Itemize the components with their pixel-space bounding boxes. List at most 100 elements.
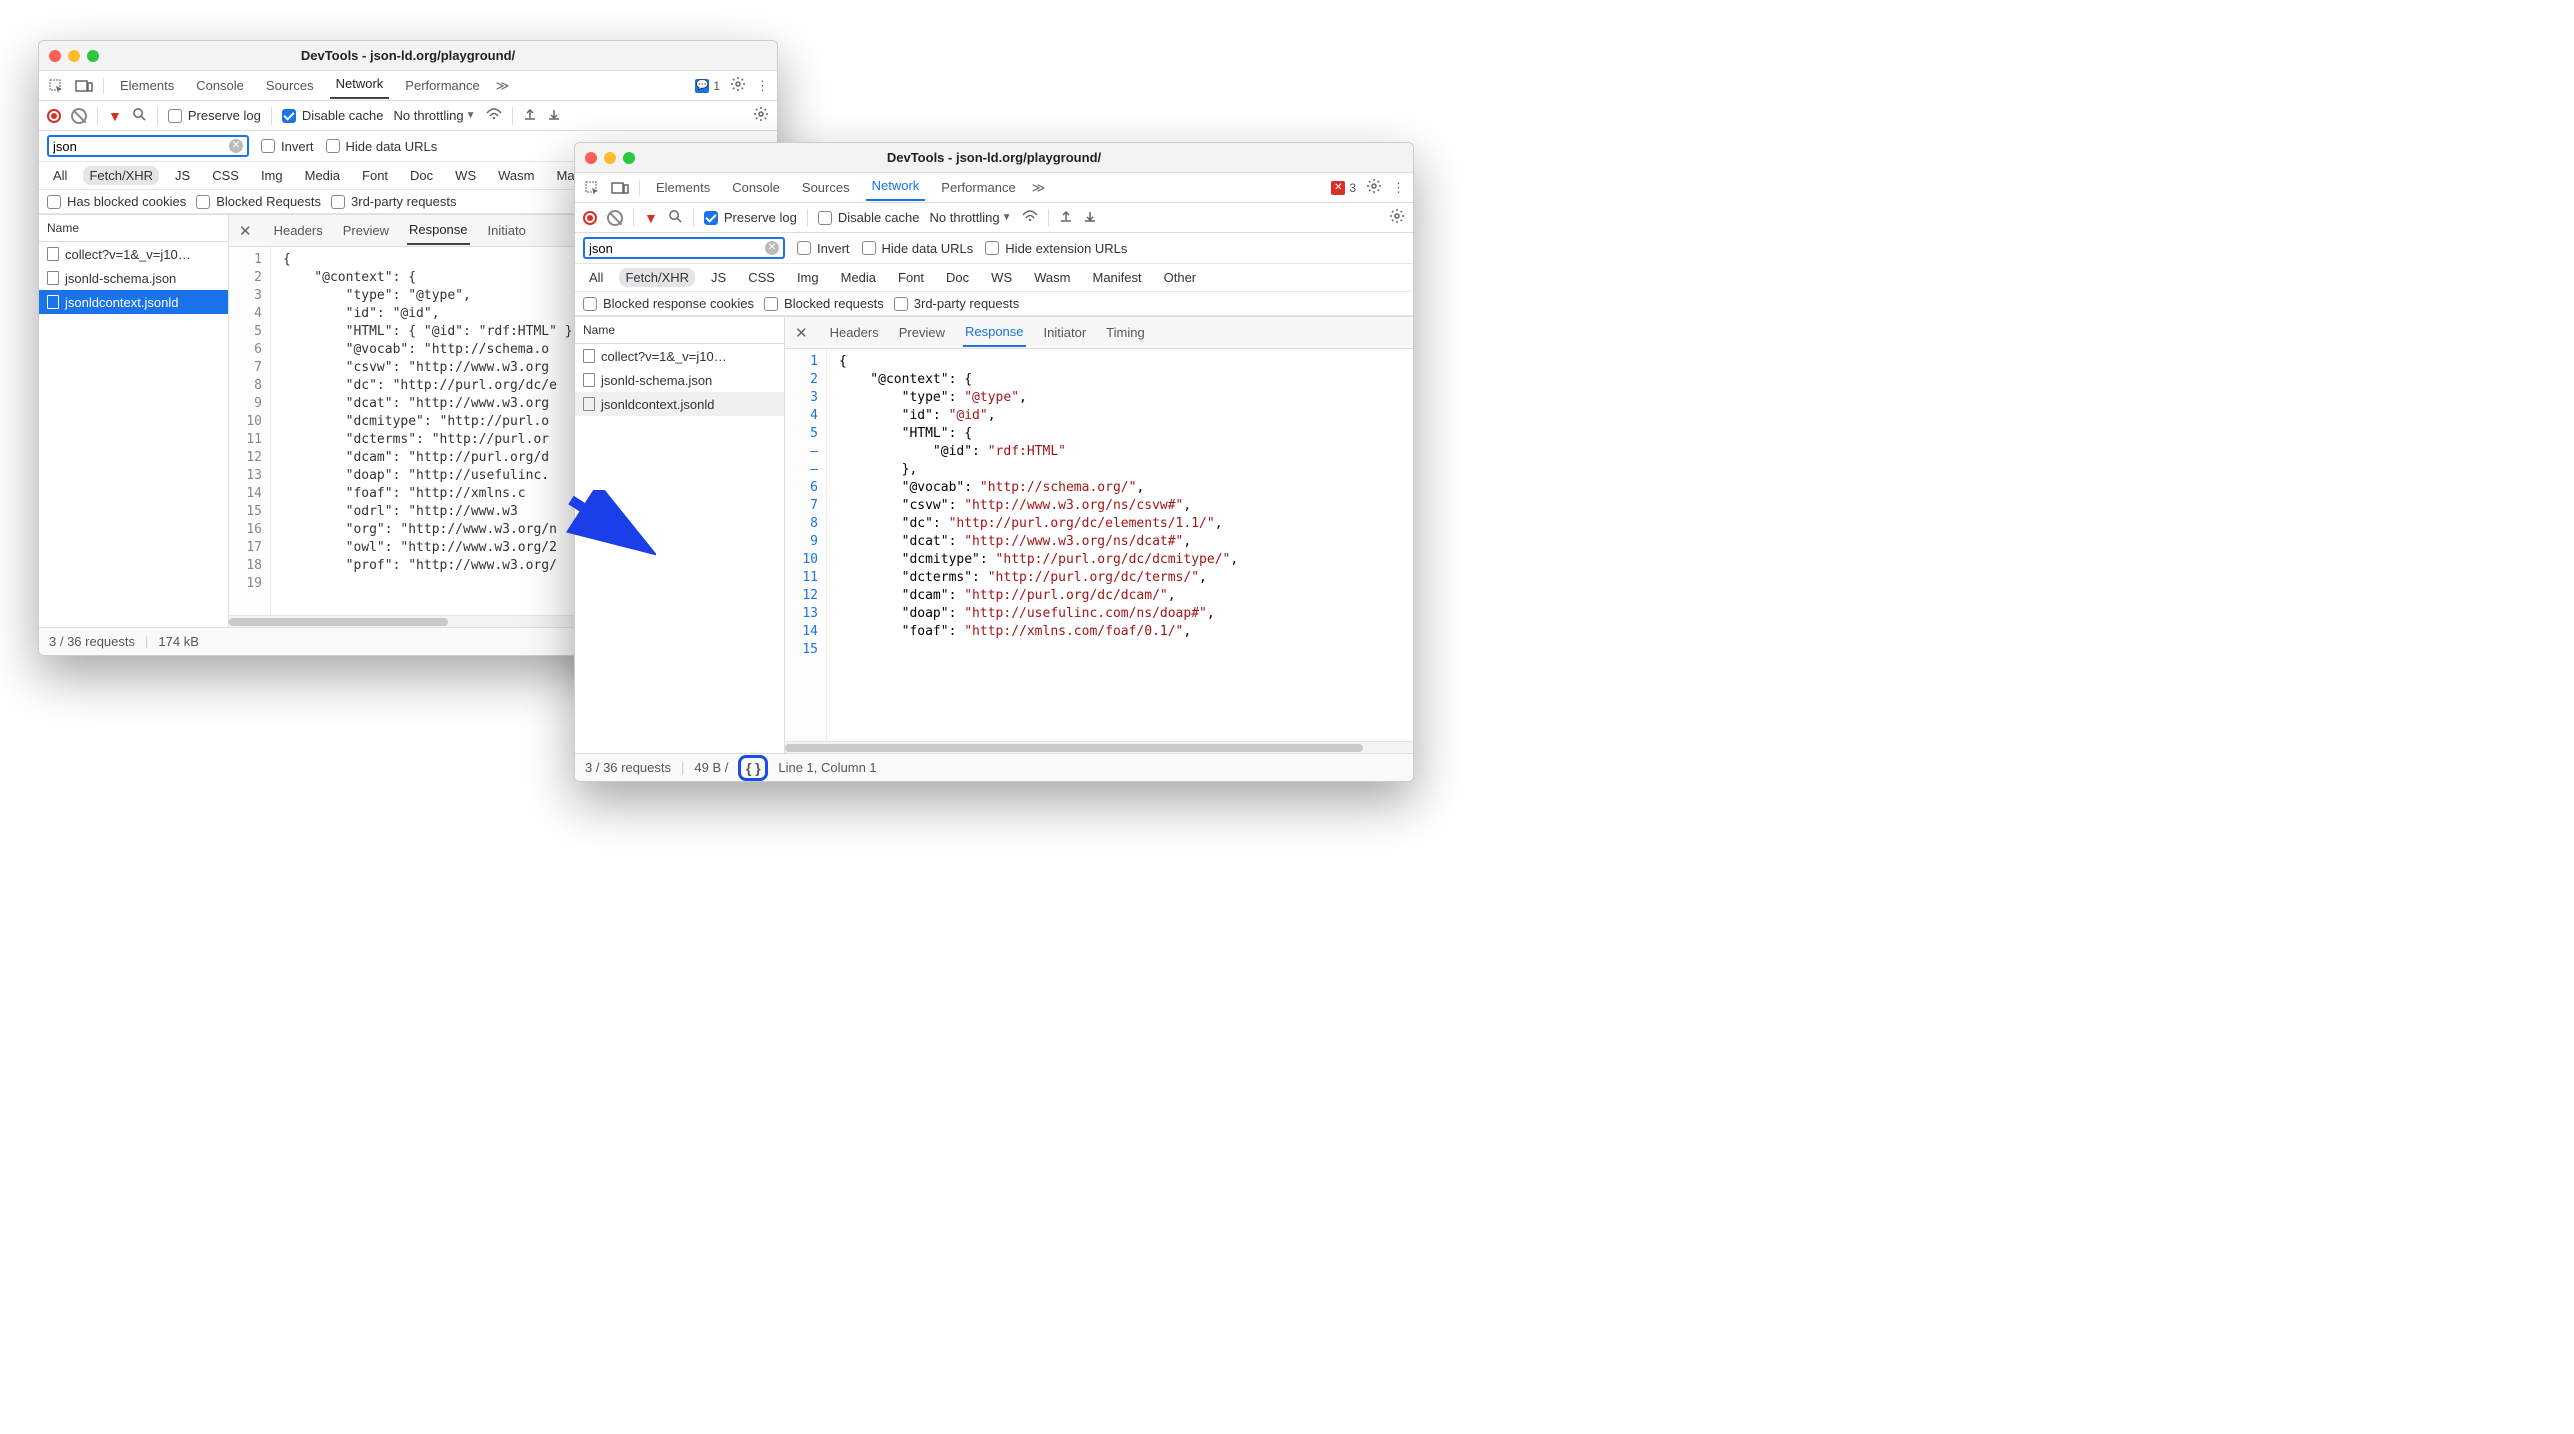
type-doc[interactable]: Doc <box>404 166 439 185</box>
device-toolbar-icon[interactable] <box>611 179 629 197</box>
third-party-checkbox[interactable]: 3rd-party requests <box>894 296 1020 311</box>
type-media[interactable]: Media <box>299 166 346 185</box>
tab-network[interactable]: Network <box>866 174 926 201</box>
type-manifest[interactable]: Manifest <box>1086 268 1147 287</box>
tab-console[interactable]: Console <box>190 74 250 97</box>
tab-network[interactable]: Network <box>330 72 390 99</box>
download-icon[interactable] <box>1083 209 1097 226</box>
disable-cache-checkbox[interactable]: Disable cache <box>282 108 384 123</box>
type-all[interactable]: All <box>583 268 609 287</box>
hide-ext-urls-checkbox[interactable]: Hide extension URLs <box>985 241 1127 256</box>
type-all[interactable]: All <box>47 166 73 185</box>
detail-tab-headers[interactable]: Headers <box>272 217 325 244</box>
tab-console[interactable]: Console <box>726 176 786 199</box>
settings-icon[interactable] <box>1366 178 1382 197</box>
type-js[interactable]: JS <box>169 166 196 185</box>
close-detail-icon[interactable]: ✕ <box>795 324 808 342</box>
search-icon[interactable] <box>132 107 147 125</box>
type-img[interactable]: Img <box>255 166 289 185</box>
type-doc[interactable]: Doc <box>940 268 975 287</box>
close-detail-icon[interactable]: ✕ <box>239 222 252 240</box>
throttling-select[interactable]: No throttling ▼ <box>394 108 476 123</box>
blocked-requests-checkbox[interactable]: Blocked requests <box>764 296 884 311</box>
download-icon[interactable] <box>547 107 561 124</box>
type-fetch-xhr[interactable]: Fetch/XHR <box>619 268 695 287</box>
horizontal-scrollbar[interactable] <box>785 741 1413 753</box>
filter-icon[interactable]: ▼ <box>108 108 122 124</box>
type-img[interactable]: Img <box>791 268 825 287</box>
tab-performance[interactable]: Performance <box>935 176 1021 199</box>
detail-tab-response[interactable]: Response <box>407 216 470 245</box>
filter-input[interactable]: ✕ <box>47 135 249 157</box>
clear-button[interactable] <box>71 108 87 124</box>
type-media[interactable]: Media <box>835 268 882 287</box>
errors-badge[interactable]: ✕3 <box>1331 181 1356 195</box>
more-tabs-icon[interactable]: ≫ <box>1032 180 1046 196</box>
clear-filter-icon[interactable]: ✕ <box>229 139 243 153</box>
tab-elements[interactable]: Elements <box>114 74 180 97</box>
type-other[interactable]: Other <box>1158 268 1203 287</box>
detail-tab-initiator[interactable]: Initiato <box>486 217 528 244</box>
detail-tab-preview[interactable]: Preview <box>897 319 947 346</box>
network-settings-icon[interactable] <box>753 106 769 125</box>
type-wasm[interactable]: Wasm <box>1028 268 1076 287</box>
wifi-icon[interactable] <box>486 107 502 124</box>
filter-input-field[interactable] <box>53 139 229 154</box>
tab-sources[interactable]: Sources <box>796 176 856 199</box>
settings-icon[interactable] <box>730 76 746 95</box>
invert-checkbox[interactable]: Invert <box>261 139 314 154</box>
type-js[interactable]: JS <box>705 268 732 287</box>
network-settings-icon[interactable] <box>1389 208 1405 227</box>
tab-elements[interactable]: Elements <box>650 176 716 199</box>
detail-tab-preview[interactable]: Preview <box>341 217 391 244</box>
inspect-icon[interactable] <box>583 179 601 197</box>
blocked-cookies-checkbox[interactable]: Blocked response cookies <box>583 296 754 311</box>
request-row[interactable]: collect?v=1&_v=j10… <box>575 344 784 368</box>
detail-tab-headers[interactable]: Headers <box>828 319 881 346</box>
record-button[interactable] <box>583 211 597 225</box>
type-ws[interactable]: WS <box>985 268 1018 287</box>
type-ws[interactable]: WS <box>449 166 482 185</box>
request-row[interactable]: jsonldcontext.jsonld <box>39 290 228 314</box>
type-font[interactable]: Font <box>356 166 394 185</box>
type-css[interactable]: CSS <box>206 166 245 185</box>
request-row[interactable]: collect?v=1&_v=j10… <box>39 242 228 266</box>
more-menu-icon[interactable]: ⋮ <box>756 78 769 94</box>
filter-input-field[interactable] <box>589 241 765 256</box>
inspect-icon[interactable] <box>47 77 65 95</box>
throttling-select[interactable]: No throttling ▼ <box>930 210 1012 225</box>
search-icon[interactable] <box>668 209 683 227</box>
upload-icon[interactable] <box>1059 209 1073 226</box>
preserve-log-checkbox[interactable]: Preserve log <box>168 108 261 123</box>
tab-sources[interactable]: Sources <box>260 74 320 97</box>
clear-button[interactable] <box>607 210 623 226</box>
filter-icon[interactable]: ▼ <box>644 210 658 226</box>
hide-data-urls-checkbox[interactable]: Hide data URLs <box>862 241 974 256</box>
request-row[interactable]: jsonld-schema.json <box>575 368 784 392</box>
issues-badge[interactable]: 💬1 <box>695 79 720 93</box>
type-css[interactable]: CSS <box>742 268 781 287</box>
request-row[interactable]: jsonldcontext.jsonld <box>575 392 784 416</box>
detail-tab-response[interactable]: Response <box>963 318 1026 347</box>
detail-tab-timing[interactable]: Timing <box>1104 319 1147 346</box>
clear-filter-icon[interactable]: ✕ <box>765 241 779 255</box>
third-party-checkbox[interactable]: 3rd-party requests <box>331 194 457 209</box>
device-toolbar-icon[interactable] <box>75 77 93 95</box>
more-menu-icon[interactable]: ⋮ <box>1392 180 1405 196</box>
upload-icon[interactable] <box>523 107 537 124</box>
preserve-log-checkbox[interactable]: Preserve log <box>704 210 797 225</box>
type-font[interactable]: Font <box>892 268 930 287</box>
detail-tab-initiator[interactable]: Initiator <box>1042 319 1089 346</box>
pretty-print-button[interactable]: { } <box>738 755 768 781</box>
more-tabs-icon[interactable]: ≫ <box>496 78 510 94</box>
disable-cache-checkbox[interactable]: Disable cache <box>818 210 920 225</box>
type-wasm[interactable]: Wasm <box>492 166 540 185</box>
filter-input[interactable]: ✕ <box>583 237 785 259</box>
tab-performance[interactable]: Performance <box>399 74 485 97</box>
type-fetch-xhr[interactable]: Fetch/XHR <box>83 166 159 185</box>
record-button[interactable] <box>47 109 61 123</box>
invert-checkbox[interactable]: Invert <box>797 241 850 256</box>
hide-data-urls-checkbox[interactable]: Hide data URLs <box>326 139 438 154</box>
request-row[interactable]: jsonld-schema.json <box>39 266 228 290</box>
blocked-requests-checkbox[interactable]: Blocked Requests <box>196 194 321 209</box>
